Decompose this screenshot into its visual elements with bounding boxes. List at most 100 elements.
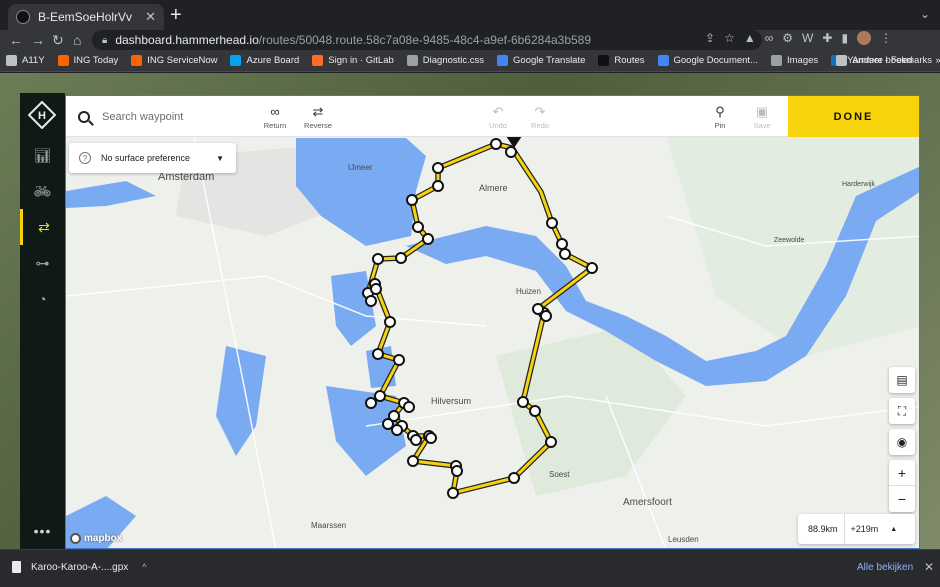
waypoint-marker[interactable] bbox=[365, 397, 377, 409]
waypoint-marker[interactable] bbox=[540, 310, 552, 322]
waypoint-marker[interactable] bbox=[372, 253, 384, 265]
sidepanel-icon[interactable]: ▮ bbox=[841, 31, 848, 45]
waypoint-marker[interactable] bbox=[422, 233, 434, 245]
waypoint-marker[interactable] bbox=[374, 390, 386, 402]
bookmark-item[interactable]: ING Today bbox=[57, 55, 118, 66]
extension-icon[interactable]: ∞ bbox=[765, 31, 774, 45]
waypoint-marker[interactable] bbox=[406, 194, 418, 206]
chevron-up-icon[interactable]: ▲ bbox=[890, 526, 897, 533]
bookmark-item[interactable]: Google Translate bbox=[497, 55, 585, 66]
globe-icon bbox=[771, 55, 782, 66]
waypoint-marker[interactable] bbox=[384, 316, 396, 328]
surface-preference-dropdown[interactable]: ? No surface preference ▼ bbox=[69, 143, 236, 173]
bookmark-item[interactable]: Google Document... bbox=[657, 55, 758, 66]
help-icon[interactable]: ? bbox=[79, 152, 91, 164]
waypoint-marker[interactable] bbox=[517, 396, 529, 408]
bookmark-item[interactable]: Routes bbox=[598, 55, 645, 66]
waypoint-marker[interactable] bbox=[546, 217, 558, 229]
bookmarks-overflow-icon[interactable]: » bbox=[935, 55, 940, 66]
search-input[interactable]: Search waypoint bbox=[102, 111, 183, 123]
sidebar-item-workouts[interactable]: ⊶ bbox=[20, 245, 65, 281]
tab-close-icon[interactable]: ✕ bbox=[145, 9, 156, 25]
waypoint-marker[interactable] bbox=[425, 432, 437, 444]
search-waypoint[interactable]: Search waypoint bbox=[78, 96, 183, 137]
sidebar-item-activity[interactable]: ◔ bbox=[20, 281, 65, 317]
waypoint-marker[interactable] bbox=[556, 238, 568, 250]
waypoint-marker[interactable] bbox=[372, 348, 384, 360]
pin-button[interactable]: ⚲ Pin bbox=[698, 104, 742, 130]
forward-icon[interactable]: → bbox=[31, 31, 45, 49]
waypoint-marker[interactable] bbox=[407, 455, 419, 467]
download-item[interactable]: Karoo-Karoo-A-....gpx ^ bbox=[12, 561, 147, 573]
waypoint-marker[interactable] bbox=[508, 472, 520, 484]
waypoint-marker[interactable] bbox=[403, 401, 415, 413]
menu-icon[interactable]: ⋮ bbox=[880, 31, 892, 45]
extension-icon[interactable]: W bbox=[802, 31, 813, 45]
waypoint-marker[interactable] bbox=[432, 180, 444, 192]
reverse-button[interactable]: ⇄ Reverse bbox=[296, 104, 340, 130]
waypoint-marker[interactable] bbox=[370, 283, 382, 295]
route-map[interactable]: Amsterdam IJmeer Almere Huizen Hilversum… bbox=[65, 95, 920, 549]
done-button[interactable]: DONE bbox=[788, 96, 919, 137]
undo-button[interactable]: ↶ Undo bbox=[476, 104, 520, 130]
waypoint-marker[interactable] bbox=[559, 248, 571, 260]
infinity-icon: ∞ bbox=[270, 104, 280, 119]
bookmark-item[interactable]: Azure Board bbox=[230, 55, 299, 66]
waypoint-marker[interactable] bbox=[391, 424, 403, 436]
new-tab-button[interactable]: + bbox=[170, 5, 182, 25]
more-options-icon[interactable]: ••• bbox=[20, 523, 65, 539]
bookmark-item[interactable]: A11Y bbox=[6, 55, 45, 66]
zoom-out-button[interactable]: − bbox=[889, 486, 915, 512]
show-all-downloads-link[interactable]: Alle bekijken bbox=[857, 562, 913, 573]
waypoint-marker[interactable] bbox=[393, 354, 405, 366]
globe-icon bbox=[406, 55, 418, 66]
extension-icon[interactable]: ▲ bbox=[744, 31, 756, 45]
place-label-harderwijk: Harderwijk bbox=[842, 181, 876, 188]
hammerhead-logo-icon[interactable]: H bbox=[28, 101, 56, 129]
zoom-in-button[interactable]: + bbox=[889, 460, 915, 486]
sidebar-item-stats[interactable]: 📊︎ bbox=[20, 137, 65, 173]
mapbox-attribution[interactable]: mapbox bbox=[70, 533, 122, 544]
route-stats[interactable]: 88.9km +219m ▲ bbox=[798, 514, 915, 544]
reload-icon[interactable]: ↻ bbox=[52, 31, 64, 49]
waypoint-marker[interactable] bbox=[586, 262, 598, 274]
waypoint-marker[interactable] bbox=[382, 418, 394, 430]
close-downloads-icon[interactable]: ✕ bbox=[924, 560, 934, 574]
waypoint-marker[interactable] bbox=[395, 252, 407, 264]
waypoint-marker[interactable] bbox=[505, 146, 517, 158]
locate-button[interactable]: ◉ bbox=[889, 429, 915, 455]
bookmark-star-icon[interactable]: ☆ bbox=[724, 31, 735, 45]
back-icon[interactable]: ← bbox=[9, 31, 23, 49]
waypoint-marker[interactable] bbox=[447, 487, 459, 499]
waypoint-marker[interactable] bbox=[365, 295, 377, 307]
chevron-up-icon[interactable]: ^ bbox=[142, 562, 146, 572]
profile-avatar[interactable] bbox=[857, 31, 872, 45]
waypoint-marker[interactable] bbox=[529, 405, 541, 417]
browser-tab[interactable]: B-EemSoeHolrVv ✕ bbox=[8, 4, 164, 30]
sidebar-item-routes[interactable]: ⇄ bbox=[20, 209, 65, 245]
other-bookmarks-label: Andere bookmarks bbox=[852, 55, 932, 66]
waypoint-marker[interactable] bbox=[451, 465, 463, 477]
puzzle-icon[interactable]: ✚ bbox=[822, 31, 832, 45]
map-style-button[interactable]: ▤ bbox=[889, 367, 915, 393]
bookmark-item[interactable]: Diagnostic.css bbox=[406, 55, 484, 66]
bookmark-item[interactable]: ING ServiceNow bbox=[131, 55, 217, 66]
share-icon[interactable]: ⇪ bbox=[705, 31, 715, 45]
extension-icon[interactable]: ⚙ bbox=[782, 31, 793, 45]
waypoint-marker[interactable] bbox=[410, 434, 422, 446]
redo-button[interactable]: ↷ Redo bbox=[518, 104, 562, 130]
other-bookmarks[interactable]: Andere bookmarks bbox=[836, 55, 932, 66]
address-bar[interactable]: 🔒︎ dashboard.hammerhead.io/routes/50048.… bbox=[92, 30, 762, 50]
waypoint-marker[interactable] bbox=[412, 221, 424, 233]
save-button[interactable]: ▣ Save bbox=[740, 104, 784, 130]
tab-search-icon[interactable]: ⌄ bbox=[920, 7, 930, 21]
waypoint-marker[interactable] bbox=[490, 138, 502, 150]
waypoint-marker[interactable] bbox=[545, 436, 557, 448]
waypoint-marker[interactable] bbox=[432, 162, 444, 174]
home-icon[interactable]: ⌂ bbox=[73, 31, 81, 49]
bookmark-item[interactable]: Sign in · GitLab bbox=[312, 55, 394, 66]
return-button[interactable]: ∞ Return bbox=[253, 104, 297, 130]
fit-route-button[interactable]: ⛶ bbox=[889, 398, 915, 424]
sidebar-item-rides[interactable]: 🚲︎ bbox=[20, 173, 65, 209]
bookmark-item[interactable]: Images bbox=[771, 55, 818, 66]
